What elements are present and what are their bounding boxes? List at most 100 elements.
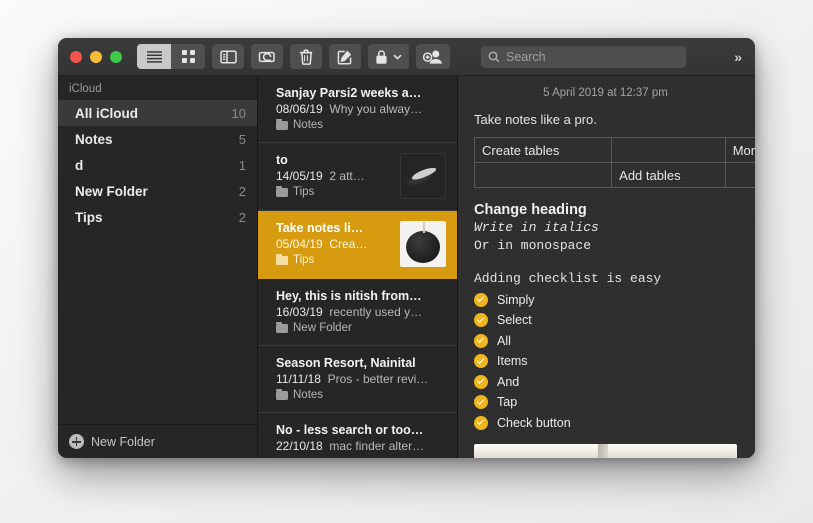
sidebar-item-count: 5 [238, 131, 246, 147]
note-list-item[interactable]: Hey, this is nitish from… 16/03/19 recen… [258, 279, 457, 346]
folder-icon [276, 322, 288, 333]
sidebar-item-d[interactable]: d 1 [58, 152, 257, 178]
note-detail-pane[interactable]: 5 April 2019 at 12:37 pm Take notes like… [458, 76, 755, 458]
note-meta: 16/03/19 recently used y… [276, 305, 446, 319]
checkbox-checked-icon[interactable] [474, 313, 488, 328]
note-title: Take notes li… [276, 221, 364, 235]
checkbox-checked-icon[interactable] [474, 415, 488, 430]
sidebar-item-count: 10 [231, 105, 246, 121]
note-italic-line: Write in italics [474, 220, 599, 235]
new-folder-button[interactable]: New Folder [58, 424, 257, 458]
table-cell[interactable]: Add tables [611, 162, 726, 188]
note-thumbnail [400, 221, 446, 267]
close-button[interactable] [70, 50, 82, 63]
note-folder-label: New Folder [293, 322, 352, 334]
note-title: to [276, 153, 288, 167]
sidebar-item-all-icloud[interactable]: All iCloud 10 [58, 100, 257, 126]
checkbox-checked-icon[interactable] [474, 333, 488, 348]
maximize-button[interactable] [110, 50, 122, 63]
note-heading: Change heading [474, 202, 587, 218]
note-list[interactable]: Sanjay Parsi2 weeks a… 08/06/19 Why you … [258, 76, 458, 458]
sidebar-icon [219, 49, 237, 64]
table-row: Create tables More [473, 137, 755, 163]
toggle-sidebar-button[interactable] [212, 44, 244, 69]
note-meta: 11/11/18 Pros - better revi… [276, 372, 446, 386]
add-person-icon [423, 49, 443, 64]
sidebar-item-notes[interactable]: Notes 5 [58, 126, 257, 152]
toolbar: » [58, 38, 755, 76]
new-folder-label: New Folder [91, 434, 155, 449]
checklist-item[interactable]: All [474, 333, 737, 348]
note-list-item[interactable]: Sanjay Parsi2 weeks a… 08/06/19 Why you … [258, 76, 457, 143]
note-folder: Notes [276, 119, 446, 131]
table-row: Add tables [473, 162, 755, 188]
checklist-item[interactable]: Simply [474, 292, 737, 307]
table-cell[interactable] [724, 162, 755, 188]
list-icon [146, 50, 163, 63]
checklist-item-label: Simply [497, 292, 535, 307]
note-preview: Pros - better revi… [327, 372, 429, 386]
note-date: 22/10/18 [276, 439, 323, 453]
minimize-button[interactable] [90, 50, 102, 63]
checkbox-checked-icon[interactable] [474, 354, 488, 369]
note-table[interactable]: Create tables More Add tables [473, 137, 755, 188]
checklist-item[interactable]: And [474, 374, 737, 389]
image-attachment[interactable] [474, 444, 737, 458]
table-cell[interactable] [611, 137, 726, 163]
note-title: No - less search or too… [276, 423, 424, 437]
note-folder-label: Tips [293, 186, 315, 198]
chevron-down-icon[interactable] [393, 54, 402, 60]
paperclip-icon [258, 50, 276, 64]
sidebar-folder-list: All iCloud 10 Notes 5 d 1 New Folder 2 T… [58, 100, 257, 424]
sidebar: iCloud All iCloud 10 Notes 5 d 1 New Fol… [58, 76, 258, 458]
folder-icon [276, 389, 288, 400]
note-intro-line: Take notes like a pro. [474, 112, 597, 127]
sidebar-item-label: Notes [75, 131, 113, 147]
checklist-item[interactable]: Check button [474, 415, 737, 430]
view-mode-group [137, 44, 205, 69]
toolbar-overflow-button[interactable]: » [730, 49, 747, 65]
attach-file-button[interactable] [251, 44, 283, 69]
note-list-item[interactable]: to 14/05/19 2 att… Tips [258, 143, 457, 211]
note-meta: 08/06/19 Why you alway… [276, 102, 446, 116]
sidebar-item-tips[interactable]: Tips 2 [58, 204, 257, 230]
note-preview: recently used y… [329, 305, 423, 319]
note-list-item[interactable]: Season Resort, Nainital 11/11/18 Pros - … [258, 346, 457, 413]
note-title: Season Resort, Nainital [276, 356, 416, 370]
checklist-item[interactable]: Items [474, 354, 737, 369]
sidebar-item-label: All iCloud [75, 105, 138, 121]
delete-note-button[interactable] [290, 44, 322, 69]
note-folder: Notes [276, 389, 446, 401]
checkbox-checked-icon[interactable] [474, 374, 488, 389]
new-note-button[interactable] [329, 44, 361, 69]
checklist-item[interactable]: Select [474, 313, 737, 328]
checklist-item-label: Select [497, 313, 532, 328]
checkbox-checked-icon[interactable] [474, 395, 488, 410]
search-field[interactable] [481, 45, 686, 68]
table-cell[interactable]: Create tables [473, 137, 613, 163]
note-folder: Tips [276, 186, 392, 198]
sidebar-item-label: New Folder [75, 183, 148, 199]
grid-view-button[interactable] [171, 44, 205, 69]
checklist-item-label: All [497, 333, 511, 348]
plus-circle-icon [69, 434, 84, 449]
note-title: Sanjay Parsi2 weeks a… [276, 86, 422, 100]
add-people-button[interactable] [416, 44, 450, 69]
sidebar-item-new-folder[interactable]: New Folder 2 [58, 178, 257, 204]
table-cell[interactable]: More [724, 137, 755, 163]
sidebar-section-title: iCloud [69, 83, 102, 95]
table-cell[interactable] [473, 162, 613, 188]
note-list-item-selected[interactable]: Take notes li… 05/04/19 Crea… Tips [258, 211, 457, 279]
folder-icon [276, 186, 288, 197]
checkbox-checked-icon[interactable] [474, 292, 488, 307]
note-list-item[interactable]: No - less search or too… 22/10/18 mac fi… [258, 413, 457, 458]
note-thumbnail [400, 153, 446, 199]
checklist-item[interactable]: Tap [474, 395, 737, 410]
search-input[interactable] [506, 49, 679, 64]
list-view-button[interactable] [137, 44, 171, 69]
lock-note-button[interactable] [368, 44, 409, 69]
notes-window: » iCloud All iCloud 10 Notes 5 d 1 [58, 38, 755, 458]
grid-icon [181, 49, 196, 64]
note-monospace-line: Or in monospace [474, 237, 592, 253]
sidebar-item-count: 2 [238, 209, 246, 225]
